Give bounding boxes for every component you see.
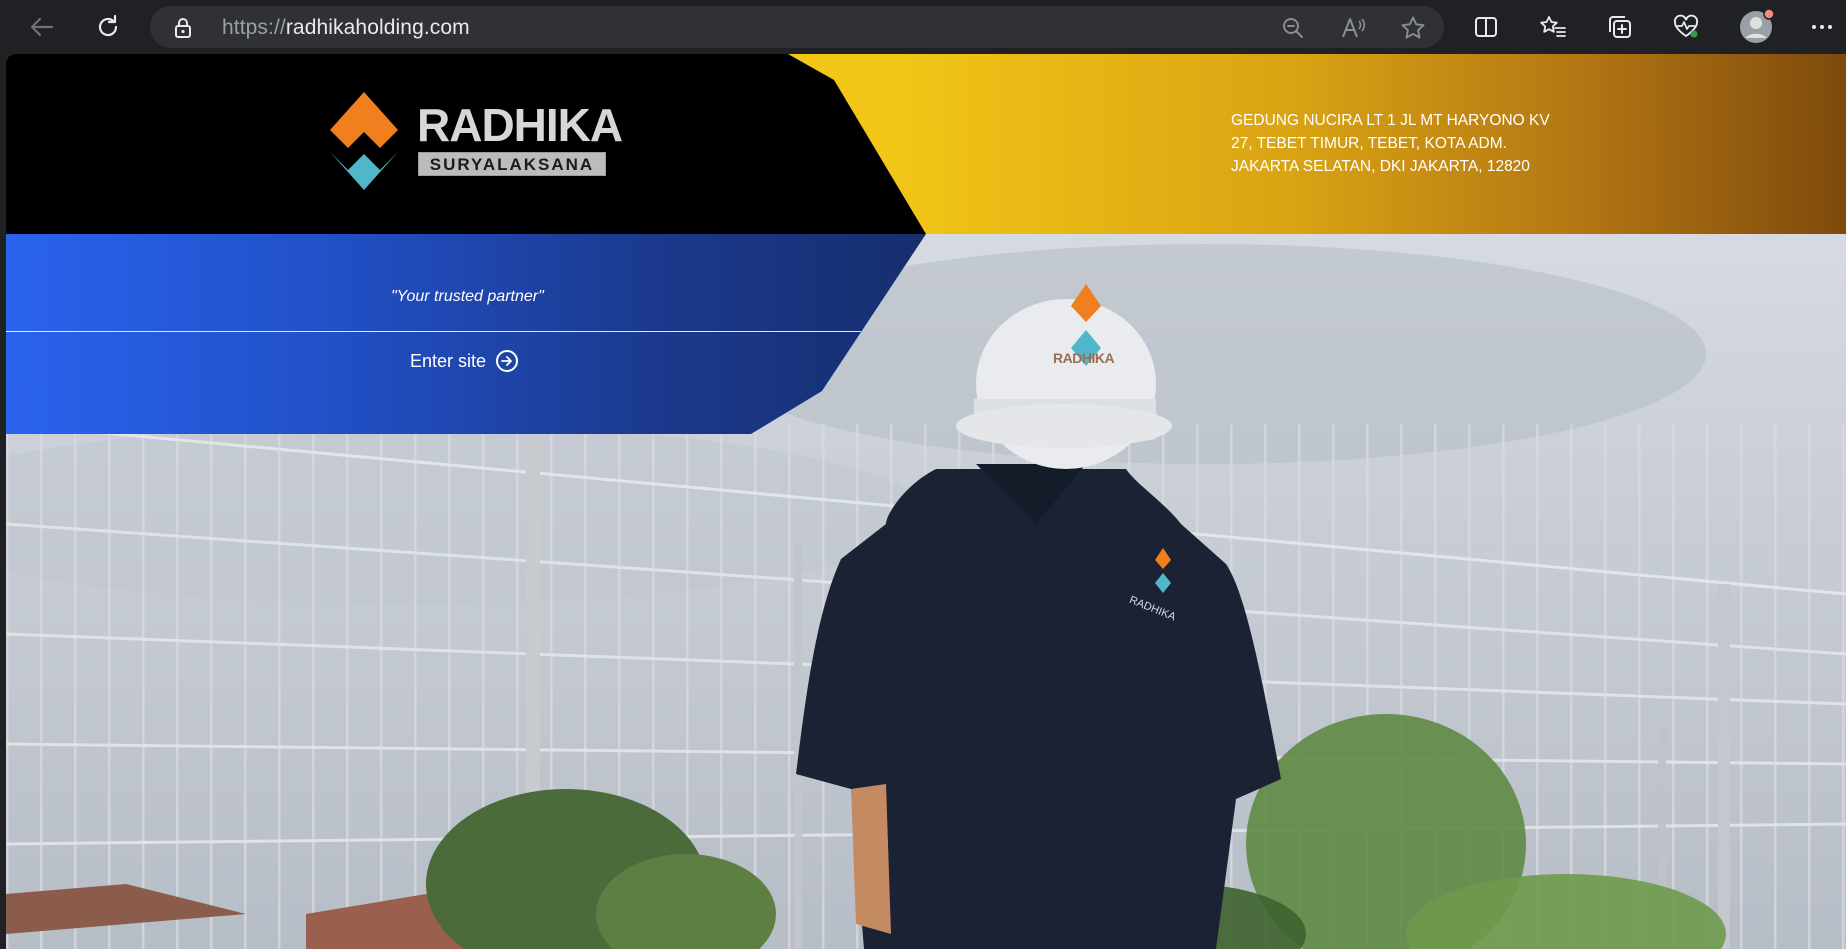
address-bar[interactable]: https://radhikaholding.com xyxy=(150,6,1444,48)
heartbeat-icon[interactable] xyxy=(1670,11,1702,43)
back-arrow-icon[interactable] xyxy=(26,11,58,43)
arrow-right-circle-icon xyxy=(496,350,519,372)
lock-icon[interactable] xyxy=(174,17,192,44)
helmet-logo-text: RADHIKA xyxy=(1053,350,1115,366)
read-aloud-icon[interactable] xyxy=(1340,15,1366,41)
address-line: GEDUNG NUCIRA LT 1 JL MT HARYONO KV xyxy=(1231,112,1550,129)
profile-avatar[interactable] xyxy=(1738,9,1774,43)
more-icon[interactable] xyxy=(1806,11,1838,43)
url-host: radhikaholding.com xyxy=(285,16,470,39)
tagline-text: "Your trusted partner" xyxy=(391,288,544,305)
page-viewport: RADHIKA RADHIKA RADHIKA SURYALAKSANA GED… xyxy=(6,54,1846,949)
favorites-icon[interactable] xyxy=(1537,11,1569,43)
company-address: GEDUNG NUCIRA LT 1 JL MT HARYONO KV 27, … xyxy=(1231,109,1551,178)
url-text[interactable]: https://radhikaholding.com xyxy=(222,16,470,40)
refresh-icon[interactable] xyxy=(92,11,124,43)
zoom-out-icon[interactable] xyxy=(1280,15,1306,41)
enter-site-label: Enter site xyxy=(410,350,487,371)
url-protocol: https:// xyxy=(222,16,286,39)
collections-icon[interactable] xyxy=(1604,11,1636,43)
address-line: JAKARTA SELATAN, DKI JAKARTA, 12820 xyxy=(1231,158,1530,175)
browser-toolbar: https://radhikaholding.com xyxy=(0,0,1846,54)
radhika-logo[interactable]: RADHIKA SURYALAKSANA xyxy=(322,90,623,220)
enter-site-button[interactable]: Enter site xyxy=(410,348,519,374)
star-icon[interactable] xyxy=(1400,15,1426,41)
panel-divider xyxy=(6,331,861,332)
split-screen-icon[interactable] xyxy=(1470,11,1502,43)
address-line: 27, TEBET TIMUR, TEBET, KOTA ADM. xyxy=(1231,135,1507,152)
logo-wordmark: RADHIKA xyxy=(417,99,623,151)
logo-subtitle: SURYALAKSANA xyxy=(418,152,606,176)
tagline-panel xyxy=(6,234,926,434)
